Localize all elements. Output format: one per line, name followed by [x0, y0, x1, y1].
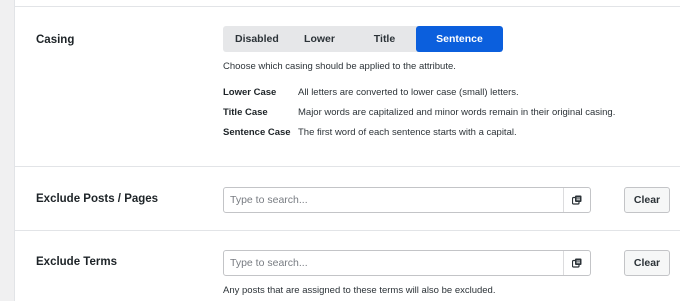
exclude-posts-label: Exclude Posts / Pages	[36, 193, 159, 205]
casing-option-lower-case[interactable]: Lower Case	[286, 26, 353, 52]
exclude-terms-search-input[interactable]: Type to search...	[223, 250, 591, 276]
definition-desc-lower-case: All letters are converted to lower case …	[298, 87, 519, 98]
exclude-terms-label: Exclude Terms	[36, 256, 117, 268]
list-icon[interactable]	[563, 188, 590, 212]
exclude-posts-search-input[interactable]: Type to search...	[223, 187, 591, 213]
exclude-terms-placeholder: Type to search...	[230, 257, 308, 269]
casing-label: Casing	[36, 34, 75, 46]
left-gutter	[0, 0, 14, 301]
definition-term-lower-case: Lower Case	[223, 87, 277, 98]
section-divider-1	[15, 166, 680, 167]
definition-term-title-case: Title Case	[223, 107, 268, 118]
exclude-posts-clear-button[interactable]: Clear	[624, 187, 670, 213]
casing-segmented-control: Disabled Lower Case Title Case Sentence …	[223, 26, 503, 52]
settings-panel: Casing Disabled Lower Case Title Case Se…	[14, 0, 680, 301]
section-divider-2	[15, 230, 680, 231]
definition-desc-title-case: Major words are capitalized and minor wo…	[298, 107, 616, 118]
casing-option-disabled[interactable]: Disabled	[223, 26, 286, 52]
casing-option-title-case[interactable]: Title Case	[353, 26, 416, 52]
exclude-terms-help-text: Any posts that are assigned to these ter…	[223, 285, 496, 296]
definition-desc-sentence-case: The first word of each sentence starts w…	[298, 127, 517, 138]
list-icon[interactable]	[563, 251, 590, 275]
exclude-terms-clear-button[interactable]: Clear	[624, 250, 670, 276]
exclude-posts-placeholder: Type to search...	[230, 194, 308, 206]
definition-term-sentence-case: Sentence Case	[223, 127, 291, 138]
top-divider	[15, 6, 680, 7]
casing-help-text: Choose which casing should be applied to…	[223, 61, 456, 72]
casing-option-sentence-case[interactable]: Sentence Case	[416, 26, 503, 52]
